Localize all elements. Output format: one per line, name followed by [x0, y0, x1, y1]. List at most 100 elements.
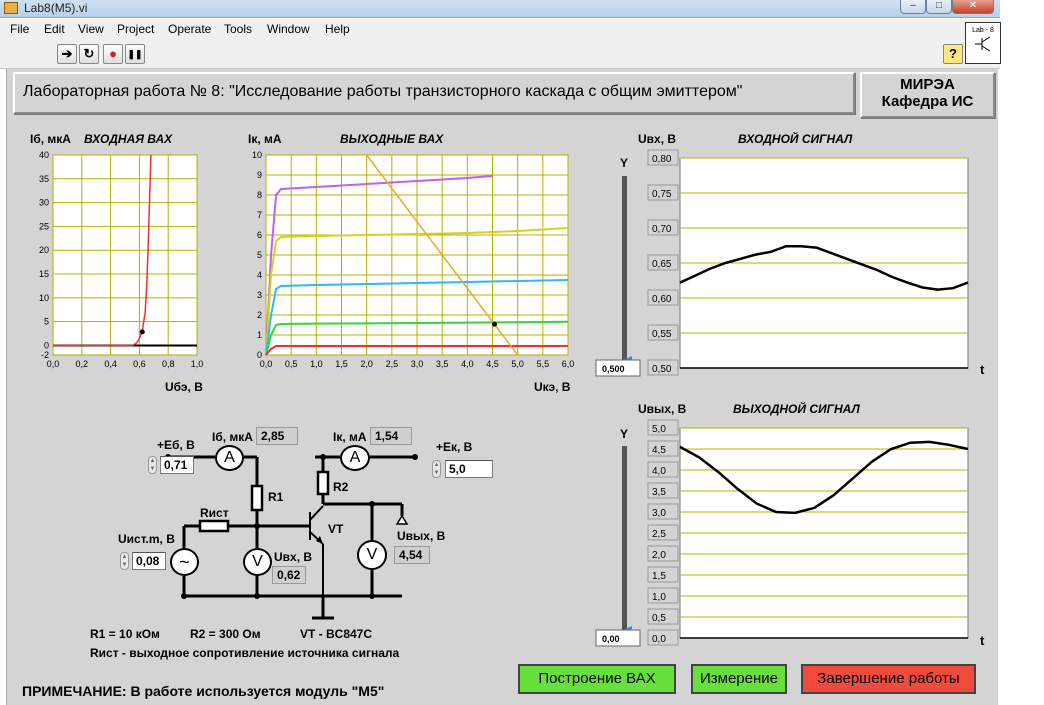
x-tick-label: 0,6: [133, 359, 146, 369]
x-tick-label: 0,0: [47, 359, 60, 369]
uvyx-indicator: 4,54: [394, 546, 430, 564]
y-tick-label: 3,5: [652, 487, 666, 498]
eb-input[interactable]: 0,71: [160, 456, 194, 474]
help-icon[interactable]: ?: [943, 44, 963, 64]
run-arrow-icon[interactable]: ➔: [57, 44, 77, 64]
menu-operate[interactable]: Operate: [168, 22, 211, 36]
vi-icon-label: Lab - 8: [972, 27, 994, 34]
x-tick-label: 1,0: [310, 359, 323, 369]
x-tick-label: 1,5: [335, 359, 348, 369]
uvx-indicator: 0,62: [272, 566, 306, 584]
y-tick-label: 8: [257, 190, 262, 200]
y-tick-label: 5,0: [652, 424, 666, 435]
uist-label: Uист.m, В: [118, 532, 175, 546]
y-tick-label: 3: [257, 290, 262, 300]
build-iv-button[interactable]: Построение ВАХ: [518, 664, 676, 694]
operating-point: [139, 329, 145, 335]
output-iv-ylabel: Iк, мА: [248, 132, 282, 146]
y-tick-label: 0,55: [652, 329, 672, 340]
menu-view[interactable]: View: [78, 22, 104, 36]
x-tick-label: 0,0: [260, 359, 273, 369]
menu-tools[interactable]: Tools: [224, 22, 252, 36]
ac-source-icon: ~: [170, 548, 199, 576]
transistor-icon: [975, 36, 991, 52]
scale-value: 0,500: [602, 364, 625, 374]
x-tick-label: 2,0: [360, 359, 373, 369]
y-tick-label: 2: [257, 310, 262, 320]
y-tick-label: 0,80: [652, 154, 672, 165]
abort-icon[interactable]: ●: [103, 44, 123, 64]
vt-label: VT: [328, 522, 344, 536]
measure-button[interactable]: Измерение: [691, 664, 787, 694]
y-tick-label: 35: [39, 174, 49, 184]
input-iv-ylabel: Iб, мкА: [30, 132, 71, 146]
x-tick-label: 2,5: [386, 359, 399, 369]
org-department: Кафедра ИС: [881, 93, 974, 110]
y-tick-label: 7: [257, 210, 262, 220]
y-tick-label: 10: [39, 293, 49, 303]
note-vt: VT - BC847C: [300, 627, 373, 641]
page-title: Лабораторная работа № 8: "Исследование р…: [23, 83, 743, 100]
close-button[interactable]: ✕: [952, 0, 994, 14]
rist-label: Rист: [200, 506, 229, 520]
x-tick-label: 4,5: [486, 359, 499, 369]
output-signal-chart: 5,0 4,5 4,0 3,5 3,0 2,5 2,0 1,5 1,0 0,5 0,0 0,00: [595, 419, 969, 647]
note-rist: Rист - выходное сопротивление источника …: [90, 646, 400, 660]
output-iv-chart: 1098765432100,0 0,5 1,0 1,5 2,0 2,5 3,0 3,5 4,0 4…: [242, 147, 577, 379]
menu-file[interactable]: File: [10, 22, 29, 36]
minimize-button[interactable]: –: [900, 0, 926, 14]
output-iv-title: ВЫХОДНЫЕ ВАХ: [340, 132, 444, 146]
ik-label: Iк, мА: [333, 430, 367, 444]
x-tick-label: 6,0: [562, 359, 575, 369]
run-continuously-icon[interactable]: ↻: [79, 44, 99, 64]
input-signal-title: ВХОДНОЙ СИГНАЛ: [738, 132, 853, 146]
maximize-button[interactable]: □: [926, 0, 952, 14]
window-titlebar: Lab8(M5).vi – □ ✕: [0, 0, 1000, 18]
eb-spinner[interactable]: ▲ ▼: [148, 456, 157, 474]
y-tick-label: 5: [44, 317, 49, 327]
y-tick-label: 2,5: [652, 529, 666, 540]
input-iv-xlabel: Uбэ, В: [165, 380, 203, 394]
y-tick-label: 15: [39, 269, 49, 279]
menu-window[interactable]: Window: [267, 22, 310, 36]
output-signal-t-label: t: [980, 633, 985, 648]
ek-label: +Eк, В: [436, 440, 473, 454]
menu-project[interactable]: Project: [117, 22, 154, 36]
y-tick-label: 2,0: [652, 550, 666, 561]
y-tick-label: 1: [257, 330, 262, 340]
ek-input[interactable]: 5,0: [445, 460, 493, 478]
menu-help[interactable]: Help: [325, 22, 350, 36]
ik-indicator: 1,54: [370, 427, 412, 445]
operating-point: [492, 321, 498, 327]
slider-track: [622, 446, 627, 638]
output-voltmeter-icon: V: [357, 540, 387, 570]
x-tick-label: 5,5: [537, 359, 550, 369]
y-tick-label: 0,70: [652, 224, 672, 235]
pause-icon[interactable]: ❚❚: [125, 44, 145, 64]
y-tick-label: 1,5: [652, 571, 666, 582]
ek-spinner[interactable]: ▲ ▼: [432, 460, 441, 478]
r1-label: R1: [268, 490, 284, 504]
uvyx-label: Uвых, В: [397, 529, 446, 543]
org-name: МИРЭА: [900, 76, 955, 93]
output-iv-xlabel: Uкэ, В: [534, 380, 571, 394]
x-tick-label: 3,5: [436, 359, 449, 369]
window-title: Lab8(M5).vi: [24, 1, 88, 15]
menu-edit[interactable]: Edit: [44, 22, 65, 36]
y-tick-label: 1,0: [652, 592, 666, 603]
y-tick-label: 0: [44, 340, 49, 350]
y-tick-label: 3,0: [652, 508, 666, 519]
uist-spinner[interactable]: ▲ ▼: [120, 552, 129, 570]
y-tick-label: 30: [39, 198, 49, 208]
x-tick-label: 3,0: [411, 359, 424, 369]
y-tick-label: 6: [257, 230, 262, 240]
uist-input[interactable]: 0,08: [132, 552, 166, 570]
output-signal-title: ВЫХОДНОЙ СИГНАЛ: [733, 402, 860, 416]
input-iv-chart: 4035302520151050-20,0 0,2 0,4 0,6 0,8 1,0: [25, 147, 205, 379]
input-voltmeter-icon: V: [243, 548, 272, 576]
y-tick-label: 0,60: [652, 294, 672, 305]
menu-bar: File Edit View Project Operate Tools Win…: [0, 19, 1000, 39]
y-tick-label: 4,0: [652, 466, 666, 477]
input-iv-title: ВХОДНАЯ ВАХ: [84, 132, 173, 146]
finish-button[interactable]: Завершение работы: [801, 664, 976, 694]
